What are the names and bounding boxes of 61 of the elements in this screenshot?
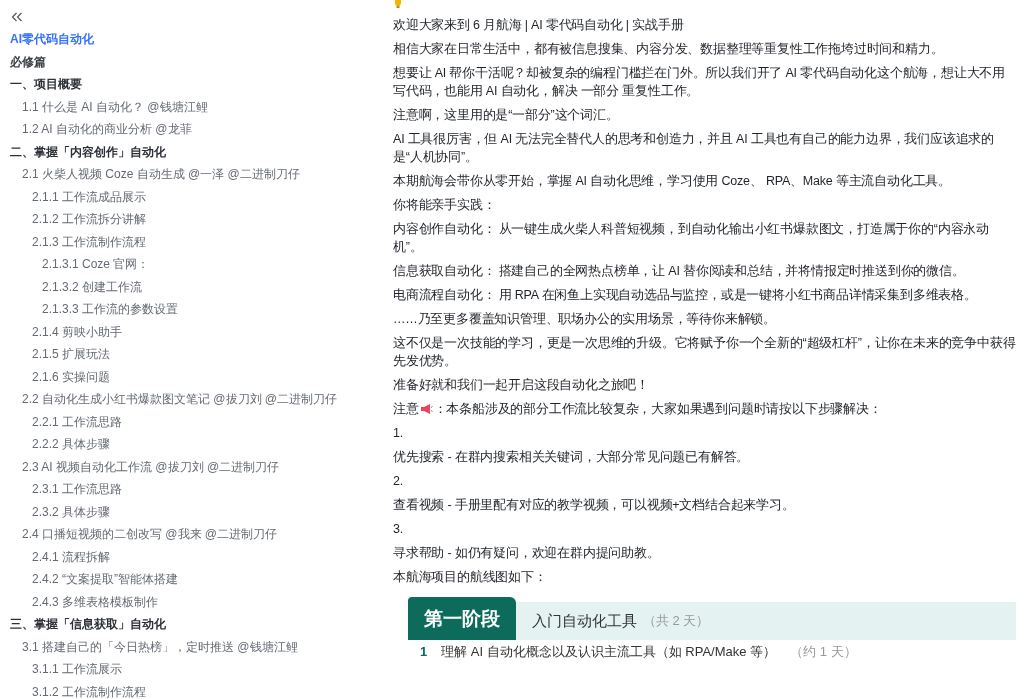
outline-item[interactable]: 2.1 火柴人视频 Coze 自动生成 @一泽 @二进制刀仔	[10, 163, 300, 186]
outline-item[interactable]: 2.1.3.2 创建工作流	[10, 275, 143, 298]
outline-item[interactable]: 2.1.3.1 Coze 官网：	[10, 253, 150, 276]
outline-item[interactable]: 二、掌握「内容创作」自动化	[10, 140, 166, 163]
paragraph: ……乃至更多覆盖知识管理、职场办公的实用场景，等待你来解锁。	[393, 311, 777, 328]
paragraph: 1.	[393, 425, 405, 442]
outline-item[interactable]: 2.1.2 工作流拆分讲解	[10, 208, 147, 231]
outline-item[interactable]: 3.1.1 工作流展示	[10, 658, 123, 681]
step-duration: （约 1 天）	[790, 644, 857, 660]
outline-item[interactable]: 一、项目概要	[10, 73, 82, 96]
outline-item[interactable]: 三、掌握「信息获取」自动化	[10, 613, 166, 636]
stage-label: 第一阶段	[408, 597, 516, 640]
paragraph: 这不仅是一次技能的学习，更是一次思维的升级。它将赋予你一个全新的“超级杠杆”，让你在未来的竞争中获得先发优势。	[393, 335, 1016, 370]
paragraph: 想要让 AI 帮你干活呢？却被复杂的编程门槛拦在门外。所以我们开了 AI 零代码自动化这个航海，想让大不用写代码，也能用 AI 自动化，解决 一部分 重复性工作。	[393, 65, 1006, 100]
paragraph: 3.	[393, 521, 405, 538]
collapse-icon[interactable]	[11, 12, 23, 22]
megaphone-icon	[419, 403, 433, 415]
paragraph: 信息获取自动化： 搭建自己的全网热点榜单，让 AI 替你阅读和总结，并将情报定时推送到你的微信。	[393, 263, 966, 280]
outline-item[interactable]: 2.3.1 工作流思路	[10, 478, 123, 501]
paragraph: 相信大家在日常生活中，都有被信息搜集、内容分发、数据整理等重复性工作拖垮过时间和精力。	[393, 41, 945, 58]
paragraph: 准备好就和我们一起开启这段自动化之旅吧！	[393, 377, 650, 394]
paragraph: 优先搜索 - 在群内搜索相关关键词，大部分常见问题已有解答。	[393, 449, 751, 466]
outline-item[interactable]: 1.2 AI 自动化的商业分析 @龙菲	[10, 118, 192, 141]
notice-label: 注意	[393, 401, 419, 418]
step-text: 理解 AI 自动化概念以及认识主流工具（如 RPA/Make 等）	[441, 644, 777, 660]
outline-item[interactable]: 2.2 自动化生成小红书爆款图文笔记 @拔刀刘 @二进制刀仔	[10, 388, 338, 411]
lightbulb-icon	[393, 0, 403, 8]
outline-item[interactable]: 1.1 什么是 AI 自动化？ @钱塘江鲤	[10, 95, 208, 118]
outline-item[interactable]: 2.1.3 工作流制作流程	[10, 230, 147, 253]
paragraph: 电商流程自动化： 用 RPA 在闲鱼上实现自动选品与监控，或是一键将小红书商品详情采集到多维表格。	[393, 287, 978, 304]
paragraph: 你将能亲手实践：	[393, 197, 497, 214]
step-number: 1	[420, 644, 428, 660]
outline-item[interactable]: 2.4.3 多维表格模板制作	[10, 590, 159, 613]
outline-item[interactable]: 必修篇	[10, 50, 46, 73]
paragraph: 2.	[393, 473, 405, 490]
outline-item[interactable]: 2.2.1 工作流思路	[10, 410, 123, 433]
outline-item[interactable]: 2.1.4 剪映小助手	[10, 320, 123, 343]
outline-item[interactable]: 2.2.2 具体步骤	[10, 433, 111, 456]
outline-item[interactable]: 3.1.2 工作流制作流程	[10, 680, 147, 699]
outline-item[interactable]: 2.1.5 扩展玩法	[10, 343, 111, 366]
outline-item[interactable]: 2.3.2 具体步骤	[10, 500, 111, 523]
paragraph: ：本条船涉及的部分工作流比较复杂，大家如果遇到问题时请按以下步骤解决：	[433, 401, 882, 418]
stage-duration: （共 2 天）	[643, 612, 710, 630]
paragraph: 本航海项目的航线图如下：	[393, 569, 548, 586]
document-title[interactable]: AI零代码自动化	[10, 28, 94, 51]
paragraph: 寻求帮助 - 如仍有疑问，欢迎在群内提问助教。	[393, 545, 661, 562]
stage-title: 入门自动化工具	[532, 610, 637, 631]
outline-item[interactable]: 2.4.2 “文案提取”智能体搭建	[10, 568, 178, 591]
paragraph: 注意啊，这里用的是“一部分”这个词汇。	[393, 107, 620, 124]
paragraph: 查看视频 - 手册里配有对应的教学视频，可以视频+文档结合起来学习。	[393, 497, 796, 514]
paragraph: AI 工具很厉害，但 AI 无法完全替代人的思考和创造力，并且 AI 工具也有自己的能力边界，我们应该追求的是“人机协同”。	[393, 131, 995, 166]
outline-item[interactable]: 2.3 AI 视频自动化工作流 @拔刀刘 @二进制刀仔	[10, 455, 280, 478]
outline-item[interactable]: 2.4.1 流程拆解	[10, 545, 111, 568]
outline-item[interactable]: 2.1.3.3 工作流的参数设置	[10, 298, 179, 321]
paragraph: 本期航海会带你从零开始，掌握 AI 自动化思维，学习使用 Coze、 RPA、Make 等主流自动化工具。	[393, 173, 953, 190]
outline-item[interactable]: 3.1 搭建自己的「今日热榜」，定时推送 @钱塘江鲤	[10, 635, 298, 658]
paragraph: 内容创作自动化： 从一键生成火柴人科普短视频，到自动化输出小红书爆款图文，打造属于你的“内容永动机”。	[393, 221, 991, 256]
outline-item[interactable]: 2.4 口播短视频的二创改写 @我来 @二进制刀仔	[10, 523, 278, 546]
outline-item[interactable]: 2.1.1 工作流成品展示	[10, 185, 147, 208]
outline-item[interactable]: 2.1.6 实操问题	[10, 365, 111, 388]
paragraph: 欢迎大家来到 6 月航海 | AI 零代码自动化 | 实战手册	[393, 17, 685, 34]
